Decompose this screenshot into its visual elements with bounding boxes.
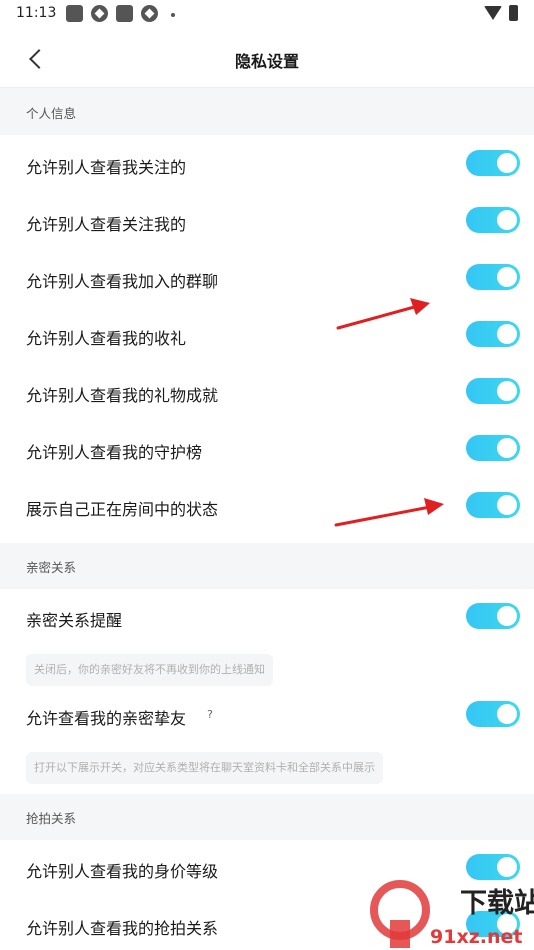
toggle-knob bbox=[497, 606, 517, 626]
setting-label: 允许别人查看我关注的 bbox=[26, 158, 187, 177]
toggle-intimate-reminder[interactable] bbox=[466, 603, 520, 629]
toggle-knob bbox=[497, 210, 517, 230]
status-time: 11:13 bbox=[16, 5, 57, 21]
hint-text: 打开以下展示开关，对应关系类型将在聊天室资料卡和全部关系中展示 bbox=[26, 752, 383, 784]
app-notification-icon bbox=[141, 5, 158, 22]
toggle-knob bbox=[497, 704, 517, 724]
section-title: 亲密关系 bbox=[26, 560, 77, 575]
battery-icon bbox=[509, 5, 518, 21]
section-header-personal-info: 个人信息 bbox=[0, 89, 534, 135]
setting-label: 允许别人查看我的收礼 bbox=[26, 329, 187, 348]
setting-label: 亲密关系提醒 bbox=[26, 611, 123, 630]
status-bar: 11:13 bbox=[0, 0, 534, 30]
app-notification-icon bbox=[91, 5, 108, 22]
toggle-show-value-level[interactable] bbox=[466, 854, 520, 880]
watermark-url: 91xz.net bbox=[430, 926, 522, 948]
toggle-show-followers[interactable] bbox=[466, 207, 520, 233]
section-title: 个人信息 bbox=[26, 106, 77, 121]
section-header-auction-relations: 抢拍关系 bbox=[0, 794, 534, 840]
help-icon[interactable]: ? bbox=[203, 708, 217, 722]
setting-label: 展示自己正在房间中的状态 bbox=[26, 500, 219, 519]
hint-text: 关闭后，你的亲密好友将不再收到你的上线通知 bbox=[26, 654, 273, 686]
setting-label: 允许查看我的亲密挚友 bbox=[26, 709, 187, 728]
toggle-knob bbox=[497, 495, 517, 515]
wifi-icon bbox=[484, 6, 502, 20]
toggle-show-gift-achievements[interactable] bbox=[466, 378, 520, 404]
toggle-knob bbox=[497, 438, 517, 458]
watermark-logo-icon: 下载站 91xz.net bbox=[370, 880, 534, 948]
toggle-knob bbox=[497, 153, 517, 173]
setting-label: 允许别人查看关注我的 bbox=[26, 215, 187, 234]
toggle-show-joined-groups[interactable] bbox=[466, 264, 520, 290]
toggle-show-close-friends[interactable] bbox=[466, 701, 520, 727]
toggle-show-guard-ranking[interactable] bbox=[466, 435, 520, 461]
toggle-knob bbox=[497, 324, 517, 344]
setting-label: 允许别人查看我加入的群聊 bbox=[26, 272, 219, 291]
toggle-show-gifts-received[interactable] bbox=[466, 321, 520, 347]
watermark-logo: 下载站 91xz.net bbox=[360, 880, 534, 950]
setting-label: 允许别人查看我的守护榜 bbox=[26, 443, 203, 462]
setting-label: 允许别人查看我的抢拍关系 bbox=[26, 919, 219, 938]
toggle-show-following[interactable] bbox=[466, 150, 520, 176]
setting-label: 允许别人查看我的身价等级 bbox=[26, 862, 219, 881]
toggle-knob bbox=[497, 381, 517, 401]
toggle-knob bbox=[497, 267, 517, 287]
section-title: 抢拍关系 bbox=[26, 811, 77, 826]
app-header: 隐私设置 bbox=[0, 30, 534, 88]
page-title: 隐私设置 bbox=[234, 52, 299, 71]
section-header-intimate-relations: 亲密关系 bbox=[0, 543, 534, 589]
settings-group-personal-info: 允许别人查看我关注的 允许别人查看关注我的 允许别人查看我加入的群聊 允许别人查… bbox=[0, 135, 534, 543]
notification-icon bbox=[66, 5, 83, 22]
watermark-text: 下载站 bbox=[460, 888, 534, 919]
toggle-show-room-status[interactable] bbox=[466, 492, 520, 518]
notification-icon bbox=[116, 5, 133, 22]
settings-group-intimate-relations: 亲密关系提醒 关闭后，你的亲密好友将不再收到你的上线通知 允许查看我的亲密挚友 … bbox=[0, 589, 534, 794]
setting-label: 允许别人查看我的礼物成就 bbox=[26, 386, 219, 405]
more-notifications-icon bbox=[171, 13, 175, 17]
toggle-knob bbox=[497, 857, 517, 877]
